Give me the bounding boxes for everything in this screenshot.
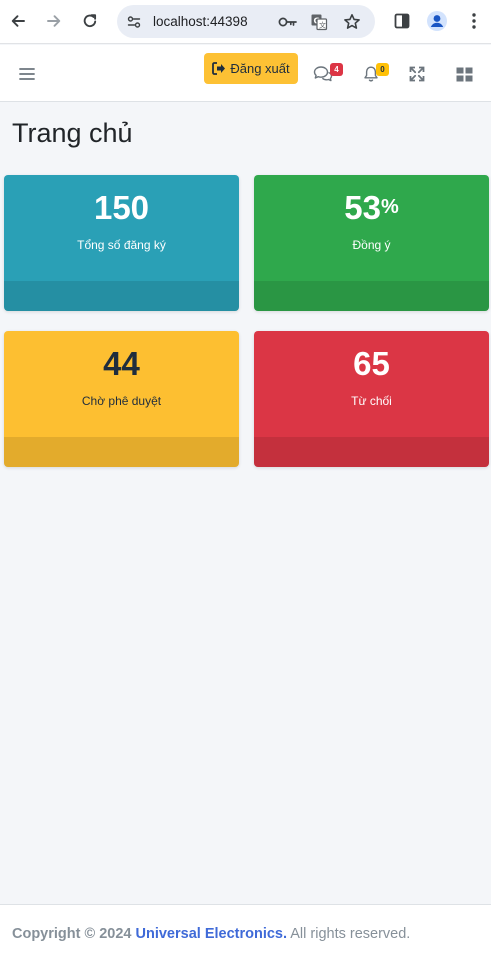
- page-footer: Copyright © 2024 Universal Electronics. …: [0, 904, 491, 959]
- forward-arrow-icon[interactable]: [41, 8, 67, 34]
- brand-link[interactable]: Universal Electronics.: [136, 926, 288, 942]
- site-settings-icon[interactable]: [123, 11, 145, 33]
- stat-value: 53%: [344, 189, 399, 226]
- page-title: Trang chủ: [12, 118, 133, 148]
- stat-box-rejected[interactable]: 65 Từ chối: [254, 331, 489, 467]
- browser-toolbar: localhost:44398 G文: [0, 0, 491, 44]
- stat-label: Tổng số đăng ký: [77, 238, 166, 252]
- stat-box-footer[interactable]: [4, 281, 239, 311]
- url-text[interactable]: localhost:44398: [153, 5, 248, 38]
- bookmark-star-icon[interactable]: [341, 11, 363, 33]
- stat-box-approved[interactable]: 53% Đồng ý: [254, 175, 489, 311]
- stat-label: Từ chối: [351, 394, 392, 408]
- side-panel-icon[interactable]: [389, 8, 415, 34]
- logout-label: Đăng xuất: [230, 61, 290, 76]
- sign-out-icon: [212, 62, 226, 75]
- reload-icon[interactable]: [77, 8, 103, 34]
- stat-label: Đồng ý: [352, 238, 391, 252]
- notifications-badge: 0: [376, 63, 389, 76]
- hamburger-menu-icon[interactable]: [14, 61, 40, 87]
- stat-label: Chờ phê duyệt: [81, 394, 162, 408]
- more-menu-icon[interactable]: [461, 8, 487, 34]
- stat-box-footer[interactable]: [254, 437, 489, 467]
- profile-avatar-icon[interactable]: [424, 8, 450, 34]
- stat-box-pending[interactable]: 44 Chờ phê duyệt: [4, 331, 239, 467]
- rights-text: All rights reserved.: [290, 926, 411, 942]
- back-arrow-icon[interactable]: [5, 8, 31, 34]
- copyright-text: Copyright © 2024 Universal Electronics. …: [12, 926, 410, 942]
- fullscreen-expand-icon[interactable]: [404, 61, 430, 87]
- stat-box-footer[interactable]: [4, 437, 239, 467]
- logout-button[interactable]: Đăng xuất: [204, 53, 298, 84]
- stat-value: 65: [353, 345, 390, 382]
- copyright-prefix: Copyright © 2024: [12, 926, 132, 942]
- control-sidebar-grid-icon[interactable]: [451, 61, 477, 87]
- stat-box-footer[interactable]: [254, 281, 489, 311]
- stat-value: 150: [93, 189, 150, 226]
- svg-text:文: 文: [319, 21, 326, 30]
- messages-badge: 4: [330, 63, 343, 76]
- translate-icon[interactable]: G文: [308, 11, 330, 33]
- main-navbar: Đăng xuất 4 0: [0, 45, 491, 102]
- stat-box-registrations[interactable]: 150 Tổng số đăng ký: [4, 175, 239, 311]
- address-bar[interactable]: localhost:44398 G文: [117, 5, 375, 38]
- password-key-icon[interactable]: [277, 11, 299, 33]
- stat-value: 44: [103, 345, 140, 382]
